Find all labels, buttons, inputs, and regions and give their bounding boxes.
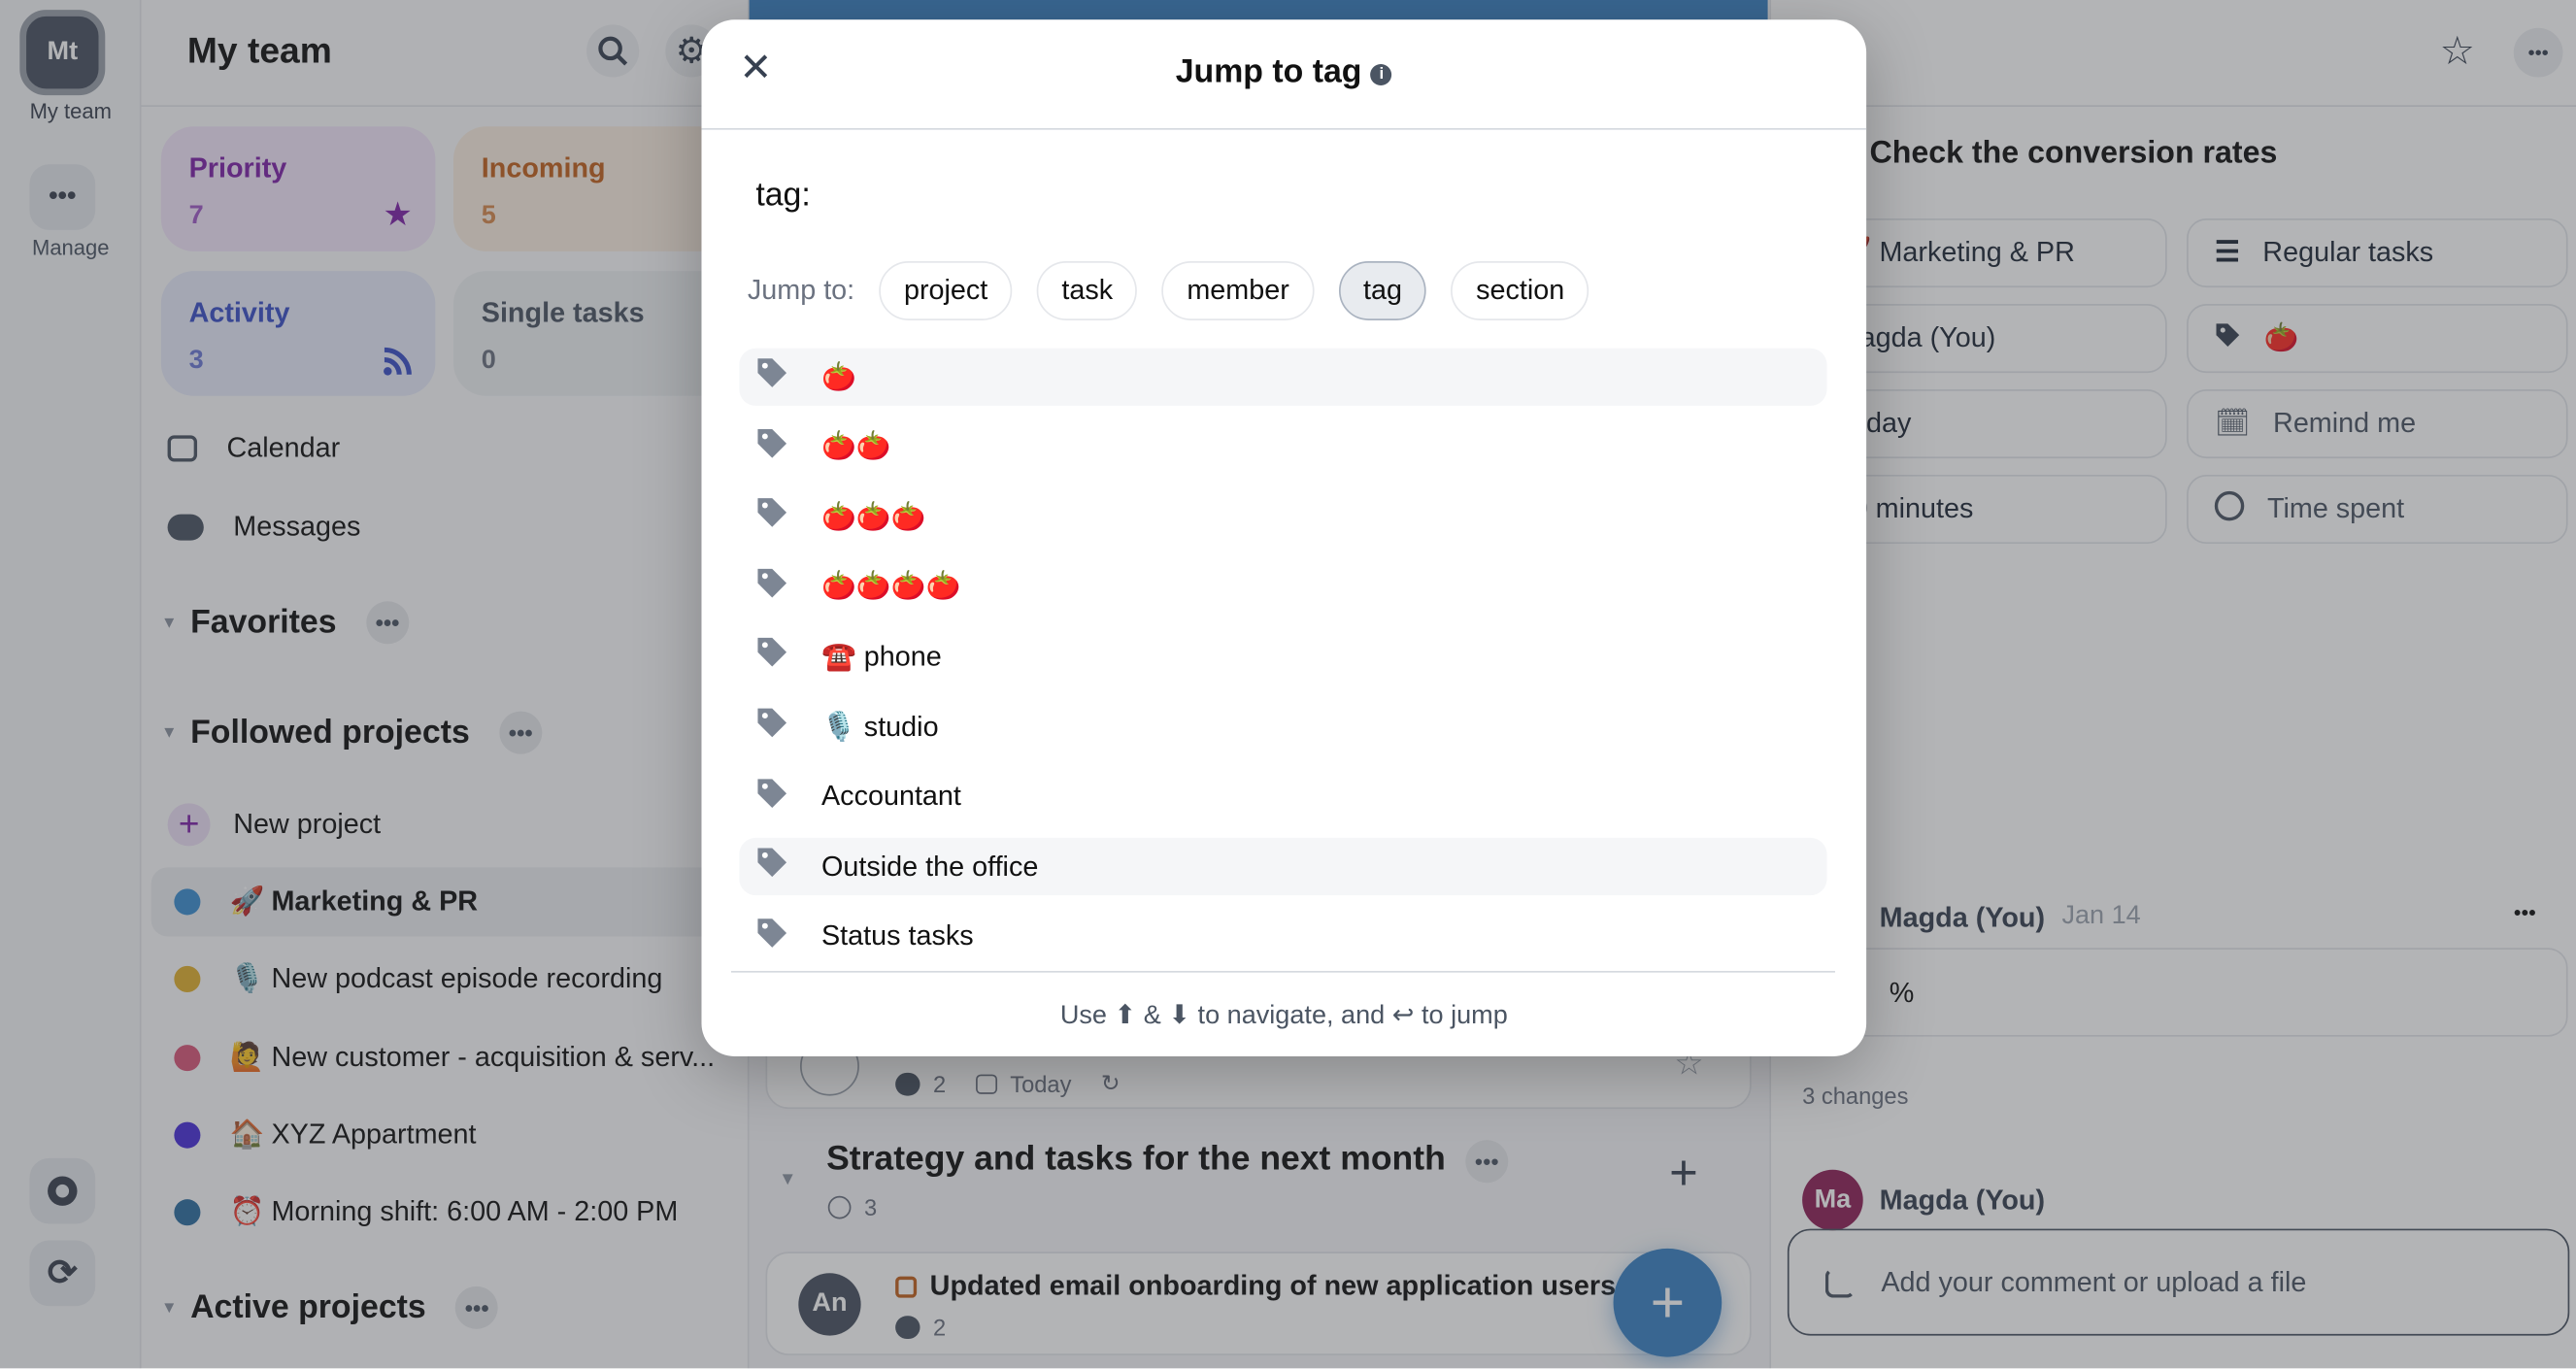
tag-result-item[interactable]: Status tasks: [739, 908, 1826, 965]
tag-result-item[interactable]: 🎙️ studio: [739, 698, 1826, 755]
tag-icon: [739, 636, 821, 677]
tag-result-item[interactable]: 🍅🍅🍅: [739, 488, 1826, 546]
tag-label: 🍅: [821, 360, 856, 392]
tag-icon: [739, 566, 821, 607]
filter-chip-member[interactable]: member: [1161, 261, 1315, 320]
jump-to-tag-dialog: ✕ Jump to tag i tag: Jump to: project tas…: [701, 19, 1867, 1056]
enter-icon: ↩: [1391, 1002, 1415, 1030]
tag-icon: [739, 426, 821, 467]
keyboard-hint: Use ⬆ & ⬇ to navigate, and ↩ to jump: [1059, 1002, 1508, 1030]
arrow-down-icon: ⬇: [1168, 1002, 1191, 1030]
tag-icon: [739, 356, 821, 397]
filter-chip-project[interactable]: project: [879, 261, 1013, 320]
tag-result-item[interactable]: 🍅🍅🍅🍅: [739, 558, 1826, 616]
tag-result-item[interactable]: ☎️ phone: [739, 628, 1826, 685]
tag-label: 🍅🍅: [821, 430, 891, 462]
tag-result-item[interactable]: Accountant: [739, 768, 1826, 825]
jump-to-chips: Jump to: project task member tag section: [748, 261, 1589, 320]
tag-icon: [739, 917, 821, 957]
filter-chip-task[interactable]: task: [1037, 261, 1138, 320]
tag-icon: [739, 496, 821, 537]
tag-result-item[interactable]: 🍅🍅: [739, 418, 1826, 476]
tag-icon: [739, 777, 821, 818]
tag-icon: [739, 707, 821, 748]
divider: [730, 970, 1835, 973]
dialog-title: Jump to tag i: [701, 54, 1866, 92]
tag-label: 🍅🍅🍅: [821, 500, 926, 532]
tag-result-item[interactable]: Outside the office: [739, 838, 1827, 896]
divider: [701, 127, 1867, 130]
tag-icon: [739, 847, 821, 887]
tag-label: 🍅🍅🍅🍅: [821, 570, 961, 602]
info-icon[interactable]: i: [1370, 63, 1392, 85]
arrow-up-icon: ⬆: [1114, 1002, 1137, 1030]
filter-chip-tag[interactable]: tag: [1338, 261, 1427, 320]
tag-label: 🎙️ studio: [821, 710, 939, 742]
app: Mt My team ••• Manage ⟳ My team ⚙ Priori…: [0, 0, 2576, 1369]
tag-result-item[interactable]: 🍅: [739, 348, 1827, 406]
jump-to-label: Jump to:: [747, 274, 855, 306]
tag-label: Status tasks: [821, 920, 974, 952]
search-query-input[interactable]: tag:: [755, 178, 810, 216]
tag-label: Accountant: [821, 780, 961, 813]
tag-label: ☎️ phone: [821, 640, 942, 672]
tag-label: Outside the office: [821, 850, 1039, 883]
filter-chip-section[interactable]: section: [1451, 261, 1589, 320]
